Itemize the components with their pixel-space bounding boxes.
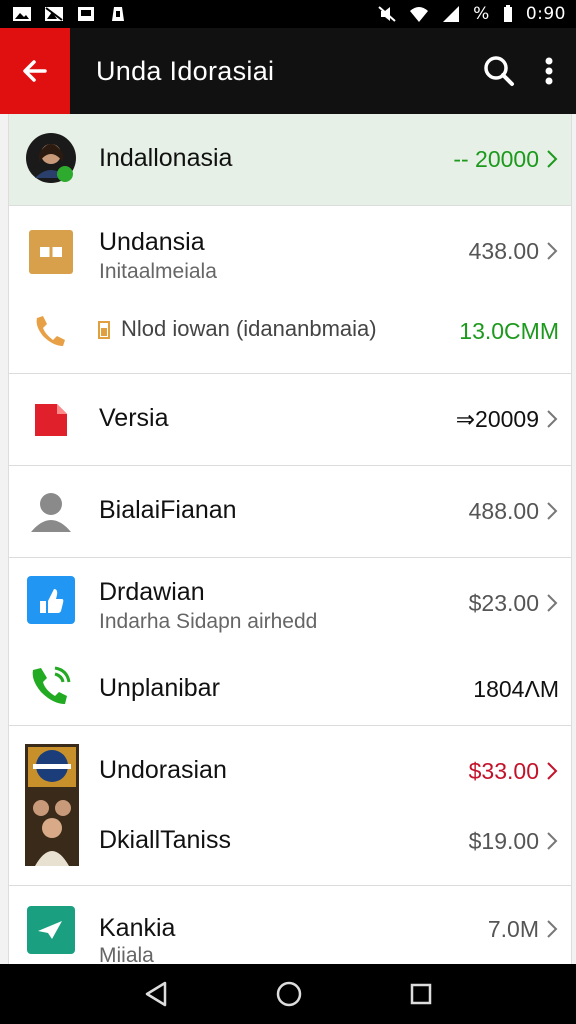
no-image-icon bbox=[45, 7, 63, 21]
item-title: Drdawian bbox=[99, 578, 205, 606]
item-title: BialaiFianan bbox=[99, 496, 237, 524]
avatar-image bbox=[26, 133, 76, 183]
nav-back-icon[interactable] bbox=[143, 980, 169, 1008]
item-title: Kankia bbox=[99, 914, 176, 942]
list-item-group: Drdawian Indarha Sidapn airhedd $23.00 U… bbox=[9, 558, 571, 726]
phone-icon bbox=[25, 306, 77, 358]
chevron-right-icon bbox=[547, 502, 558, 520]
item-subtitle: Indarha Sidapn airhedd bbox=[99, 610, 318, 633]
document-icon bbox=[25, 394, 77, 446]
chevron-right-icon bbox=[547, 410, 558, 428]
status-system: % 0:90 bbox=[377, 4, 566, 24]
list-item[interactable]: Undansia Initaalmeiala 438.00 bbox=[9, 206, 571, 296]
list-item[interactable]: DkiallTaniss $19.00 bbox=[9, 806, 571, 886]
item-title: DkiallTaniss bbox=[99, 826, 231, 854]
transaction-list: Indallonasia -- 20000 Undansia Initaalme… bbox=[8, 114, 572, 964]
share-icon bbox=[25, 904, 77, 956]
item-title: Versia bbox=[99, 404, 169, 432]
battery-percent: % bbox=[473, 4, 490, 24]
item-title: Undorasian bbox=[99, 756, 227, 784]
gallery-icon bbox=[13, 7, 31, 21]
list-item[interactable]: BialaiFianan 488.00 bbox=[9, 466, 571, 558]
chevron-right-icon bbox=[547, 920, 558, 938]
chevron-right-icon bbox=[547, 594, 558, 612]
list-item-group: Undansia Initaalmeiala 438.00 Nlod iowan… bbox=[9, 206, 571, 374]
chevron-right-icon bbox=[547, 242, 558, 260]
nav-recents-icon[interactable] bbox=[409, 982, 433, 1006]
item-title: Nlod iowan (idananbmaia) bbox=[121, 316, 377, 341]
item-title: Undansia bbox=[99, 228, 205, 256]
item-amount: $19.00 bbox=[468, 828, 539, 854]
more-vert-icon[interactable] bbox=[544, 56, 554, 86]
status-bar: % 0:90 bbox=[0, 0, 576, 28]
item-subtitle: Miiala bbox=[99, 944, 154, 964]
clock: 0:90 bbox=[525, 4, 566, 24]
list-item[interactable]: Nlod iowan (idananbmaia) 13.0CMM bbox=[9, 296, 571, 374]
chevron-right-icon bbox=[547, 762, 558, 780]
item-amount: $33.00 bbox=[468, 758, 539, 784]
item-title: Indallonasia bbox=[99, 144, 233, 172]
list-item[interactable]: Versia ⇒20009 bbox=[9, 374, 571, 466]
notification-icon bbox=[112, 7, 124, 21]
list-item[interactable]: Indallonasia -- 20000 bbox=[9, 114, 571, 206]
item-amount: 488.00 bbox=[468, 498, 539, 524]
status-notifications bbox=[12, 5, 128, 23]
signal-icon bbox=[443, 6, 460, 22]
item-title: Unplanibar bbox=[99, 674, 220, 702]
item-amount: 1804ΛM bbox=[473, 676, 559, 702]
back-button[interactable] bbox=[0, 28, 70, 114]
arrow-left-icon bbox=[23, 60, 47, 82]
list-item[interactable]: Drdawian Indarha Sidapn airhedd $23.00 bbox=[9, 558, 571, 652]
battery-small-icon bbox=[98, 321, 110, 339]
image-icon bbox=[78, 7, 94, 21]
list-item-group: Undorasian $33.00 DkiallTaniss $19.00 bbox=[9, 726, 571, 886]
item-amount: 13.0CMM bbox=[459, 318, 559, 344]
app-bar: Unda Idorasiai bbox=[0, 28, 576, 114]
list-item[interactable]: Undorasian $33.00 bbox=[9, 726, 571, 806]
battery-icon bbox=[503, 5, 512, 22]
search-icon[interactable] bbox=[482, 54, 516, 88]
person-icon bbox=[25, 486, 77, 538]
mute-icon bbox=[378, 6, 396, 22]
avatar bbox=[25, 132, 77, 184]
item-amount: -- 20000 bbox=[453, 146, 539, 172]
list-item[interactable]: Unplanibar 1804ΛM bbox=[9, 652, 571, 726]
item-amount: $23.00 bbox=[468, 590, 539, 616]
item-amount: ⇒20009 bbox=[455, 406, 539, 432]
chevron-right-icon bbox=[547, 832, 558, 850]
thumbs-up-icon bbox=[25, 574, 77, 626]
page-title: Unda Idorasiai bbox=[96, 55, 275, 86]
system-nav-bar bbox=[0, 964, 576, 1024]
call-icon bbox=[25, 660, 77, 712]
item-amount: 7.0M bbox=[487, 916, 539, 942]
item-amount: 438.00 bbox=[468, 238, 539, 264]
chevron-right-icon bbox=[547, 150, 558, 168]
folder-icon bbox=[25, 226, 77, 278]
nav-home-icon[interactable] bbox=[275, 980, 303, 1008]
item-subtitle: Initaalmeiala bbox=[99, 260, 217, 283]
list-item[interactable]: Kankia Miiala 7.0M bbox=[9, 886, 571, 964]
wifi-icon bbox=[410, 7, 429, 22]
